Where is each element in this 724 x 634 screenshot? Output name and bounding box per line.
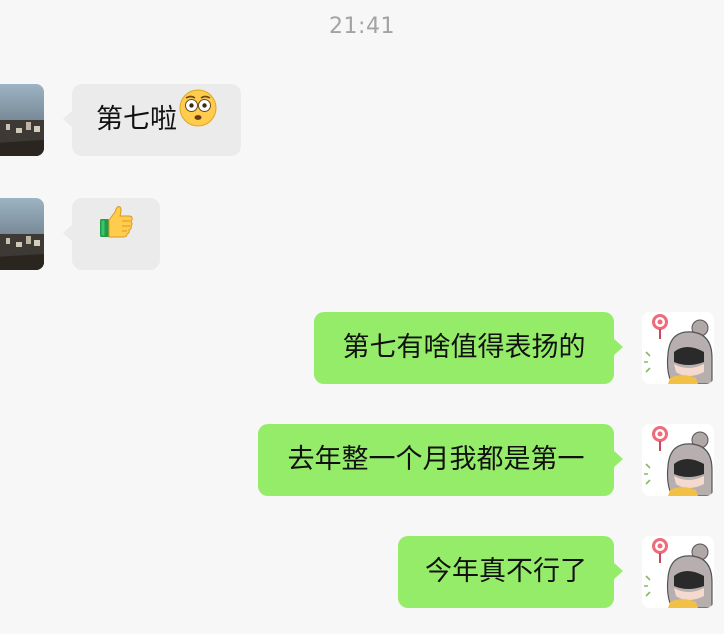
flushed-face-icon — [179, 83, 217, 155]
contact-avatar[interactable] — [0, 84, 44, 156]
incoming-message-bubble[interactable] — [63, 197, 160, 270]
message-text: 第七啦 — [96, 104, 177, 135]
message-text: 今年真不行了 — [425, 556, 587, 587]
incoming-message-bubble[interactable]: 第七啦 — [63, 83, 241, 156]
contact-avatar[interactable] — [0, 198, 44, 270]
user-avatar[interactable] — [642, 312, 714, 384]
user-avatar[interactable] — [642, 536, 714, 608]
outgoing-message-bubble[interactable]: 第七有啥值得表扬的 — [314, 312, 623, 384]
outgoing-message-bubble[interactable]: 去年整一个月我都是第一 — [258, 424, 623, 496]
outgoing-message-bubble[interactable]: 今年真不行了 — [398, 536, 623, 608]
timestamp: 21:41 — [329, 14, 395, 39]
thumbs-up-icon — [96, 197, 136, 269]
message-text: 第七有啥值得表扬的 — [342, 332, 586, 363]
message-text: 去年整一个月我都是第一 — [287, 444, 585, 475]
user-avatar[interactable] — [642, 424, 714, 496]
